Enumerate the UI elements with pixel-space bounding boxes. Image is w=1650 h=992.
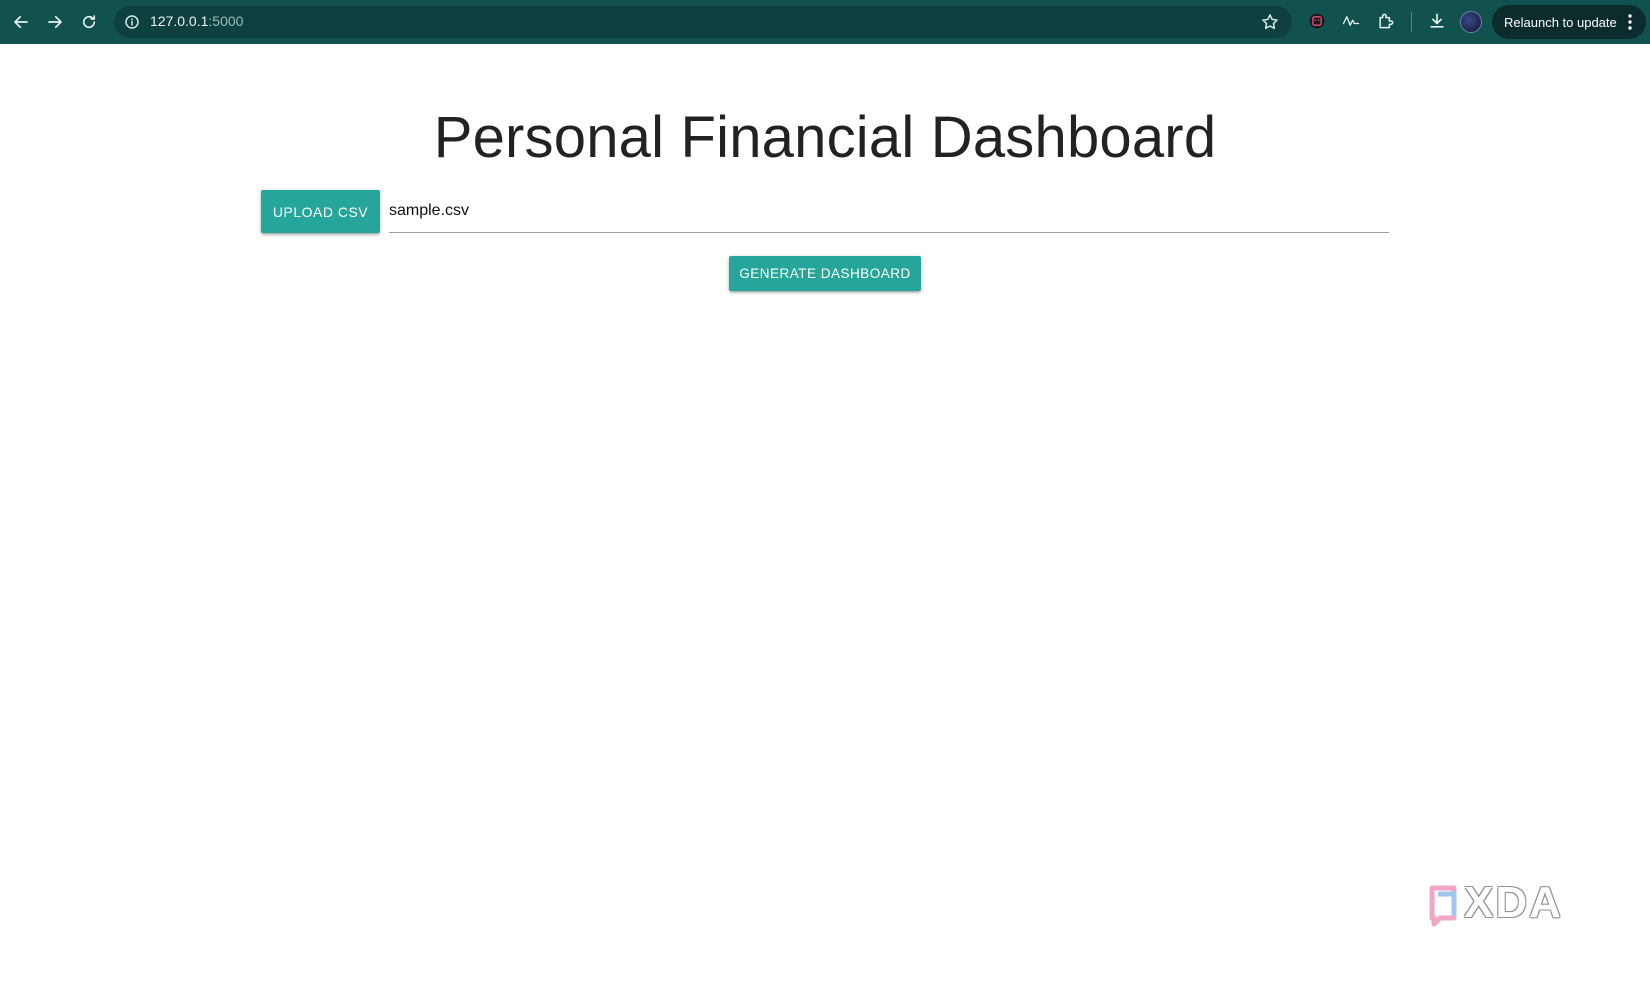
address-url: 127.0.0.1:5000: [150, 13, 243, 29]
toolbar-separator: [1411, 12, 1412, 32]
file-path-input[interactable]: [389, 190, 1389, 233]
more-vertical-icon: [1628, 14, 1632, 30]
bookmark-star-icon[interactable]: [1260, 12, 1280, 32]
url-host: 127.0.0.1: [150, 13, 209, 29]
watermark-text: XDA: [1464, 878, 1563, 927]
xda-watermark-logo: XDA: [1428, 878, 1588, 930]
download-icon[interactable]: [1426, 10, 1448, 32]
reload-button[interactable]: [72, 5, 106, 39]
forward-button[interactable]: [38, 5, 72, 39]
back-button[interactable]: [4, 5, 38, 39]
extension-mask-icon[interactable]: [1306, 10, 1328, 32]
browser-toolbar: 127.0.0.1:5000 Relaunch to update: [0, 0, 1650, 44]
extensions-puzzle-icon[interactable]: [1375, 10, 1397, 32]
upload-csv-button[interactable]: UPLOAD CSV: [261, 190, 380, 233]
site-info-icon[interactable]: [123, 13, 141, 31]
arrow-right-icon: [48, 15, 62, 29]
reload-icon: [82, 15, 96, 29]
page-title: Personal Financial Dashboard: [433, 105, 1217, 170]
relaunch-button[interactable]: Relaunch to update: [1492, 5, 1646, 39]
extension-wave-icon[interactable]: [1340, 10, 1362, 32]
arrow-left-icon: [14, 15, 28, 29]
url-port: :5000: [208, 13, 244, 29]
xda-logo-icon: [1429, 885, 1457, 927]
relaunch-label: Relaunch to update: [1504, 14, 1617, 30]
profile-avatar[interactable]: [1460, 11, 1482, 33]
generate-dashboard-button[interactable]: GENERATE DASHBOARD: [729, 256, 921, 291]
address-bar[interactable]: 127.0.0.1:5000: [114, 6, 1292, 38]
